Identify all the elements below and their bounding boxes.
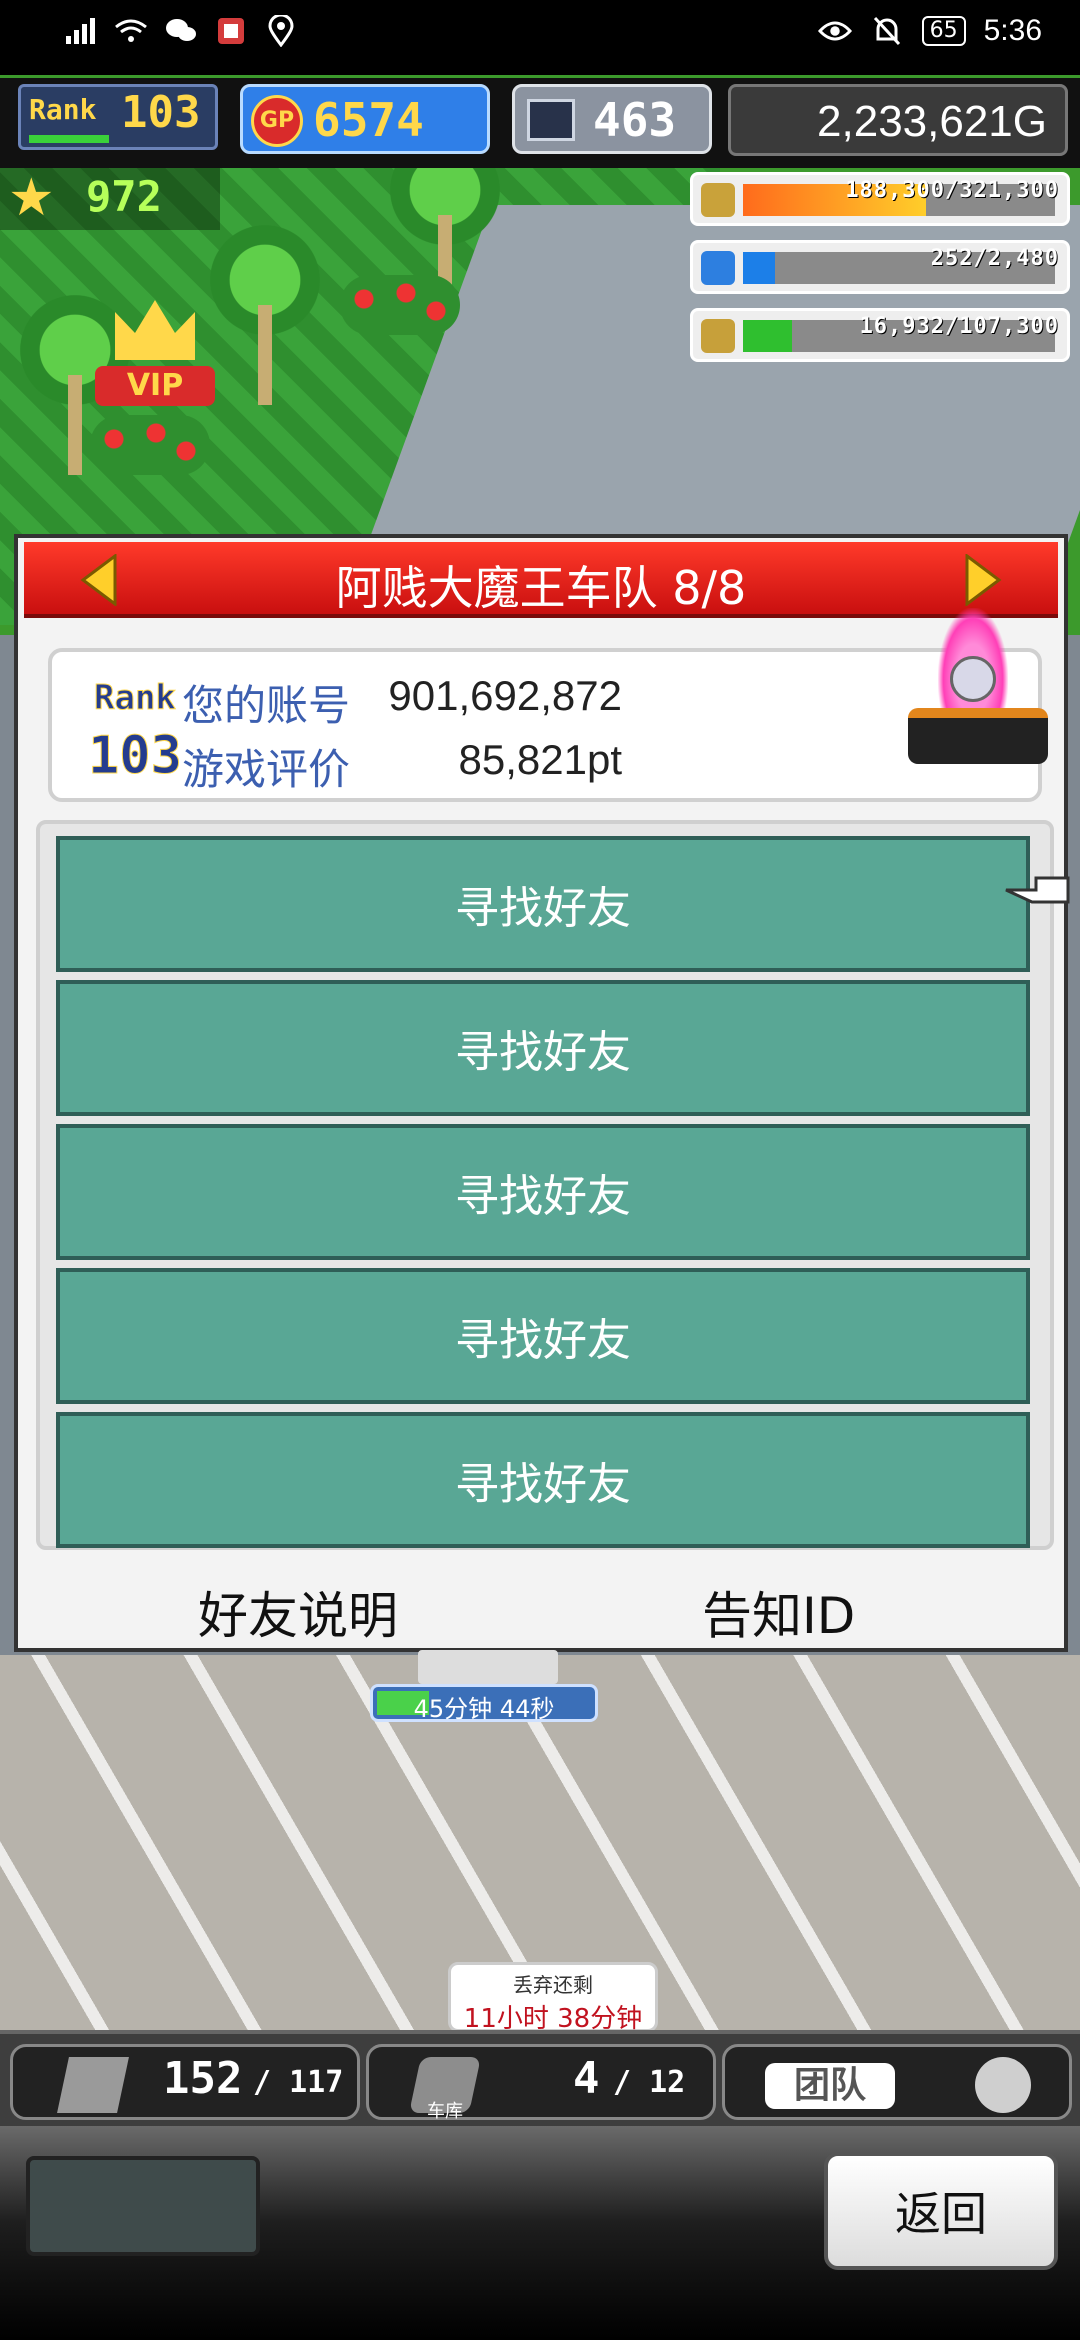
garage-counter[interactable]: 车库 4 / 12 <box>366 2044 716 2122</box>
rank-progress-bar <box>29 135 109 143</box>
kart-icon <box>908 708 1048 764</box>
resource-bar-fuel[interactable]: 252/2,480 <box>690 240 1070 294</box>
resource-value: 188,300/321,300 <box>845 178 1059 203</box>
friend-list: 寻找好友 寻找好友 寻找好友 寻找好友 寻找好友 <box>36 820 1054 1550</box>
driver-avatar <box>898 608 1058 778</box>
flower-bush-icon <box>340 275 460 335</box>
pointing-hand-icon <box>1002 868 1072 912</box>
building-sign <box>418 1650 558 1684</box>
driver-head-icon <box>950 656 996 702</box>
rank-label: Rank <box>94 678 177 719</box>
research-counter[interactable]: 463 <box>512 84 712 154</box>
eye-icon <box>817 14 852 48</box>
find-friend-label: 寻找好友 <box>455 883 631 934</box>
garage-label: 车库 <box>427 2101 463 2122</box>
clock: 5:36 <box>983 14 1042 47</box>
find-friend-label: 寻找好友 <box>455 1027 631 1078</box>
wifi-icon <box>114 14 148 48</box>
rank-value: 103 <box>121 87 201 138</box>
research-value: 463 <box>593 93 677 147</box>
account-value: 901,692,872 <box>388 672 622 719</box>
timer-text: 45分钟 44秒 <box>413 1695 555 1723</box>
friend-help-button[interactable]: 好友说明 <box>198 1576 398 1648</box>
crown-icon <box>115 300 195 360</box>
location-icon <box>264 14 298 48</box>
build-timer: 45分钟 44秒 <box>370 1684 598 1723</box>
battery-indicator: 65 <box>921 16 966 46</box>
flower-bush-icon <box>90 415 210 475</box>
discard-timer-bubble[interactable]: 丢弃还剩 11小时 38分钟 <box>448 1962 658 2034</box>
crate-icon <box>57 2057 129 2113</box>
player-rank[interactable]: Rank 103 <box>18 84 218 150</box>
account-card: Rank 103 您的账号 901,692,872 游戏评价 85,821pt <box>48 648 1042 802</box>
bottom-status-bar: 152 / 117 车库 4 / 12 团队 <box>0 2030 1080 2126</box>
dialog-footer: 好友说明 告知ID <box>18 1566 1064 1646</box>
bottom-panel: 返回 <box>0 2126 1080 2340</box>
find-friend-label: 寻找好友 <box>455 1459 631 1510</box>
dialog-title: 阿贱大魔王车队 8/8 <box>335 561 747 615</box>
storage-value: 152 <box>163 2053 243 2104</box>
find-friend-button[interactable]: 寻找好友 <box>56 1268 1030 1404</box>
next-team-button[interactable] <box>958 552 1008 608</box>
find-friend-button[interactable]: 寻找好友 <box>56 1124 1030 1260</box>
rank-label: Rank <box>29 93 97 126</box>
find-friend-label: 寻找好友 <box>455 1315 631 1366</box>
bubble-label: 丢弃还剩 <box>513 1973 593 1997</box>
gp-value: 6574 <box>313 93 424 147</box>
resource-value: 252/2,480 <box>930 246 1059 271</box>
money-counter[interactable]: 2,233,621G <box>728 84 1068 156</box>
resource-value: 16,932/107,300 <box>859 314 1059 339</box>
barrel-icon <box>701 183 735 217</box>
star-counter[interactable]: ★ 972 <box>0 168 220 230</box>
bell-muted-icon <box>870 14 904 48</box>
fuel-icon <box>701 251 735 285</box>
gp-counter[interactable]: GP 6574 <box>240 84 490 154</box>
vip-label: VIP <box>95 366 215 406</box>
star-value: 972 <box>86 172 162 221</box>
resource-bar-wheat[interactable]: 16,932/107,300 <box>690 308 1070 362</box>
back-label: 返回 <box>895 2187 987 2241</box>
team-button[interactable]: 团队 <box>722 2044 1072 2120</box>
helmet-icon <box>975 2057 1031 2113</box>
palm-tree-icon <box>210 225 320 405</box>
resource-fill <box>743 252 775 284</box>
back-button[interactable]: 返回 <box>824 2152 1058 2270</box>
team-dialog: 阿贱大魔王车队 8/8 Rank 103 您的账号 901,692,872 游戏… <box>14 534 1068 1652</box>
garage-max: / 12 <box>613 2065 686 2100</box>
wheat-icon <box>701 319 735 353</box>
rating-value: 85,821pt <box>458 736 623 783</box>
app-badge-icon <box>214 14 248 48</box>
rank-value: 103 <box>88 726 183 787</box>
storage-counter[interactable]: 152 / 117 <box>10 2044 360 2120</box>
garage-value: 4 <box>573 2053 600 2104</box>
computer-icon <box>527 99 575 141</box>
gp-coin-icon: GP <box>251 95 303 147</box>
dialog-header: 阿贱大魔王车队 8/8 <box>24 542 1058 618</box>
storage-max: / 117 <box>253 2065 344 2100</box>
status-bar: 65 5:36 <box>0 0 1080 75</box>
empty-action-slot <box>26 2156 260 2256</box>
find-friend-label: 寻找好友 <box>455 1171 631 1222</box>
arrow-right-icon <box>965 554 1002 606</box>
money-value: 2,233,621G <box>817 97 1047 146</box>
signal-icon <box>64 14 98 48</box>
share-id-button[interactable]: 告知ID <box>702 1576 855 1648</box>
chat-app-icon <box>164 14 198 48</box>
star-icon: ★ <box>8 168 55 228</box>
team-label: 团队 <box>765 2063 895 2109</box>
vip-badge[interactable]: VIP <box>95 300 215 410</box>
resource-bar-oil[interactable]: 188,300/321,300 <box>690 172 1070 226</box>
find-friend-button[interactable]: 寻找好友 <box>56 836 1030 972</box>
resource-fill <box>743 320 792 352</box>
find-friend-button[interactable]: 寻找好友 <box>56 1412 1030 1548</box>
find-friend-button[interactable]: 寻找好友 <box>56 980 1030 1116</box>
